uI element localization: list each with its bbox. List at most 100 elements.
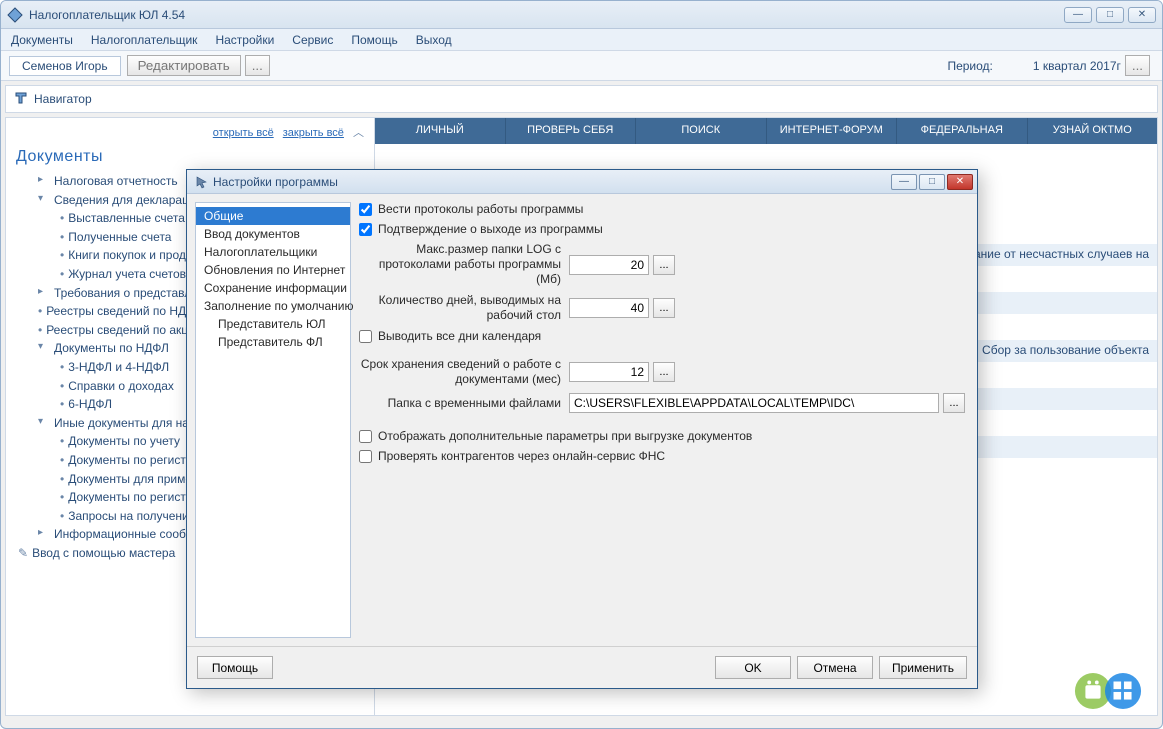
expand-icon: ▾ bbox=[38, 191, 50, 207]
tree-item-label: 6-НДФЛ bbox=[68, 395, 112, 414]
dialog-titlebar: Настройки программы — □ ✕ bbox=[187, 170, 977, 194]
apply-button[interactable]: Применить bbox=[879, 656, 967, 679]
cb-check-fns-input[interactable] bbox=[359, 450, 372, 463]
windows-icon bbox=[1104, 672, 1142, 710]
cb-check-fns[interactable]: Проверять контрагентов через онлайн-серв… bbox=[359, 449, 665, 463]
tab-check[interactable]: ПРОВЕРЬ СЕБЯ bbox=[506, 118, 637, 144]
bullet-icon: • bbox=[60, 395, 64, 414]
cb-extra-params[interactable]: Отображать дополнительные параметры при … bbox=[359, 429, 752, 443]
days-input[interactable] bbox=[569, 298, 649, 318]
cb-extra-params-input[interactable] bbox=[359, 430, 372, 443]
log-size-input[interactable] bbox=[569, 255, 649, 275]
cb-all-days-label: Выводить все дни календаря bbox=[378, 329, 541, 343]
toolbar: Семенов Игорь Редактировать ... Период: … bbox=[1, 51, 1162, 81]
close-all-link[interactable]: закрыть всё bbox=[283, 127, 344, 139]
minimize-button[interactable]: — bbox=[1064, 7, 1092, 23]
tab-oktmo[interactable]: УЗНАЙ ОКТМО bbox=[1028, 118, 1158, 144]
dialog-title: Настройки программы bbox=[213, 175, 338, 189]
cb-confirm-exit-input[interactable] bbox=[359, 223, 372, 236]
log-size-more[interactable]: ... bbox=[653, 255, 675, 275]
settings-nav-item[interactable]: Заполнение по умолчанию bbox=[196, 297, 350, 315]
settings-nav-item[interactable]: Ввод документов bbox=[196, 225, 350, 243]
settings-nav-item[interactable]: Сохранение информации bbox=[196, 279, 350, 297]
settings-nav-item[interactable]: Обновления по Интернет bbox=[196, 261, 350, 279]
expand-icon: ▸ bbox=[38, 525, 50, 541]
open-all-link[interactable]: открыть всё bbox=[213, 127, 274, 139]
ok-button[interactable]: OK bbox=[715, 656, 791, 679]
help-button[interactable]: Помощь bbox=[197, 656, 273, 679]
expand-icon: ▸ bbox=[38, 172, 50, 188]
period-value: 1 квартал 2017г bbox=[1033, 59, 1121, 73]
days-label: Количество дней, выводимых на рабочий ст… bbox=[359, 293, 569, 323]
collapse-icon[interactable]: ︿ bbox=[353, 127, 364, 139]
retention-input[interactable] bbox=[569, 362, 649, 382]
menu-service[interactable]: Сервис bbox=[292, 33, 333, 47]
menu-exit[interactable]: Выход bbox=[416, 33, 452, 47]
temp-browse[interactable]: ... bbox=[943, 393, 965, 413]
cb-all-days[interactable]: Выводить все дни календаря bbox=[359, 329, 541, 343]
current-user[interactable]: Семенов Игорь bbox=[9, 56, 121, 76]
bullet-icon: • bbox=[60, 432, 64, 451]
bullet-icon: • bbox=[60, 470, 64, 489]
cb-log[interactable]: Вести протоколы работы программы bbox=[359, 202, 583, 216]
bullet-icon: • bbox=[60, 246, 64, 265]
bullet-icon: • bbox=[60, 451, 64, 470]
tree-item-label: Налоговая отчетность bbox=[54, 172, 178, 191]
tab-forum[interactable]: ИНТЕРНЕТ-ФОРУМ bbox=[767, 118, 898, 144]
titlebar: Налогоплательщик ЮЛ 4.54 — □ ✕ bbox=[1, 1, 1162, 29]
navigator-icon bbox=[14, 91, 28, 108]
dialog-maximize-button[interactable]: □ bbox=[919, 174, 945, 190]
watermark-icons bbox=[1074, 672, 1142, 710]
user-more-button[interactable]: ... bbox=[245, 55, 270, 76]
tab-search[interactable]: ПОИСК bbox=[636, 118, 767, 144]
settings-nav-item[interactable]: Налогоплательщики bbox=[196, 243, 350, 261]
tree-item-label: Справки о доходах bbox=[68, 377, 174, 396]
bullet-icon: • bbox=[60, 488, 64, 507]
dialog-close-button[interactable]: ✕ bbox=[947, 174, 973, 190]
expand-icon: ▾ bbox=[38, 414, 50, 430]
retention-more[interactable]: ... bbox=[653, 362, 675, 382]
settings-nav-item[interactable]: Общие bbox=[196, 207, 350, 225]
bullet-icon: • bbox=[60, 228, 64, 247]
tree-item-label: Полученные счета bbox=[68, 228, 171, 247]
log-size-label: Макс.размер папки LOG с протоколами рабо… bbox=[359, 242, 569, 287]
cancel-button[interactable]: Отмена bbox=[797, 656, 873, 679]
retention-label: Срок хранения сведений о работе с докуме… bbox=[359, 357, 569, 387]
bullet-icon: • bbox=[60, 507, 64, 526]
tree-item-label: Реестры сведений по НДС bbox=[46, 302, 195, 321]
cursor-icon bbox=[195, 175, 209, 189]
bullet-icon: • bbox=[38, 302, 42, 321]
tab-strip: ЛИЧНЫЙ ПРОВЕРЬ СЕБЯ ПОИСК ИНТЕРНЕТ-ФОРУМ… bbox=[375, 118, 1157, 144]
tree-item-label: Книги покупок и продаж bbox=[68, 246, 200, 265]
cb-confirm-exit[interactable]: Подтверждение о выходе из программы bbox=[359, 222, 603, 236]
menu-settings[interactable]: Настройки bbox=[215, 33, 274, 47]
settings-nav-item[interactable]: Представитель ФЛ bbox=[196, 333, 350, 351]
bullet-icon: • bbox=[60, 265, 64, 284]
menu-help[interactable]: Помощь bbox=[351, 33, 397, 47]
maximize-button[interactable]: □ bbox=[1096, 7, 1124, 23]
period-more-button[interactable]: ... bbox=[1125, 55, 1150, 76]
edit-user-button[interactable]: Редактировать bbox=[127, 55, 241, 76]
cb-log-input[interactable] bbox=[359, 203, 372, 216]
dialog-footer: Помощь OK Отмена Применить bbox=[187, 646, 977, 688]
settings-nav-item[interactable]: Представитель ЮЛ bbox=[196, 315, 350, 333]
dialog-minimize-button[interactable]: — bbox=[891, 174, 917, 190]
expand-icon: ▸ bbox=[38, 284, 50, 300]
tree-item-label: Ввод с помощью мастера bbox=[32, 544, 175, 563]
cb-all-days-input[interactable] bbox=[359, 330, 372, 343]
menu-taxpayer[interactable]: Налогоплательщик bbox=[91, 33, 198, 47]
days-more[interactable]: ... bbox=[653, 298, 675, 318]
close-button[interactable]: ✕ bbox=[1128, 7, 1156, 23]
temp-input[interactable] bbox=[569, 393, 939, 413]
menu-documents[interactable]: Документы bbox=[11, 33, 73, 47]
tab-personal[interactable]: ЛИЧНЫЙ bbox=[375, 118, 506, 144]
tree-item-label: Выставленные счета bbox=[68, 209, 185, 228]
navigator-strip[interactable]: Навигатор bbox=[5, 85, 1158, 113]
bullet-icon: • bbox=[60, 209, 64, 228]
cb-confirm-exit-label: Подтверждение о выходе из программы bbox=[378, 222, 603, 236]
app-icon bbox=[7, 7, 23, 23]
tree-item-label: Документы по НДФЛ bbox=[54, 339, 169, 358]
tab-federal[interactable]: ФЕДЕРАЛЬНАЯ bbox=[897, 118, 1028, 144]
tree-item-label: Запросы на получение bbox=[68, 507, 195, 526]
settings-form: Вести протоколы работы программы Подтвер… bbox=[359, 202, 969, 638]
